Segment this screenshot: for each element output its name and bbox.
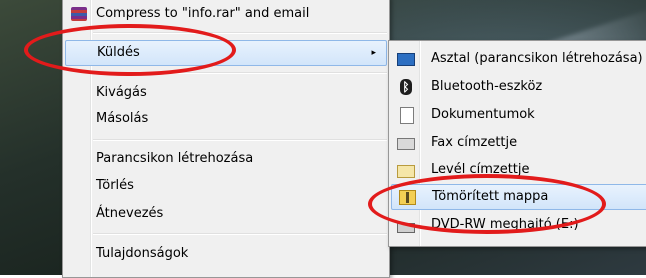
winrar-icon: [71, 7, 87, 21]
menu-item-rename[interactable]: Átnevezés: [65, 201, 387, 227]
zip-folder-icon: [399, 190, 416, 205]
submenu-item-label: DVD-RW meghajtó (E:): [431, 217, 579, 232]
documents-icon: [400, 107, 414, 124]
menu-item-label: Tulajdonságok: [96, 246, 189, 261]
menu-item-label: Törlés: [96, 178, 134, 193]
submenu-arrow-icon: ▸: [371, 48, 376, 58]
menu-item-label: Parancsikon létrehozása: [96, 151, 254, 166]
menu-item-delete[interactable]: Törlés: [65, 173, 387, 199]
submenu-item-mail[interactable]: Levél címzettje: [391, 157, 646, 183]
submenu-item-bluetooth[interactable]: ᛒ Bluetooth-eszköz: [391, 74, 646, 100]
context-menu: Compress to "info.rar" and email Küldés …: [62, 0, 390, 278]
bluetooth-icon: ᛒ: [400, 79, 412, 95]
desktop-icon: [397, 53, 415, 66]
menu-item-label: Compress to "info.rar" and email: [96, 6, 310, 21]
menu-item-label: Küldés: [97, 45, 140, 60]
submenu-item-dvd-drive[interactable]: DVD-RW meghajtó (E:): [391, 212, 646, 238]
submenu-item-label: Asztal (parancsikon létrehozása): [431, 51, 643, 66]
menu-item-label: Kivágás: [96, 85, 147, 100]
menu-item-label: Másolás: [96, 111, 149, 126]
menu-item-create-shortcut[interactable]: Parancsikon létrehozása: [65, 146, 387, 172]
submenu-item-label: Fax címzettje: [431, 135, 518, 150]
menu-item-send-to[interactable]: Küldés ▸: [65, 40, 387, 66]
menu-separator: [93, 72, 387, 74]
fax-icon: [397, 138, 415, 150]
menu-item-copy[interactable]: Másolás: [65, 106, 387, 132]
submenu-item-fax[interactable]: Fax címzettje: [391, 130, 646, 156]
menu-item-compress-email[interactable]: Compress to "info.rar" and email: [65, 1, 387, 27]
submenu-item-label: Dokumentumok: [431, 107, 535, 122]
menu-item-cut[interactable]: Kivágás: [65, 80, 387, 106]
submenu-item-desktop[interactable]: Asztal (parancsikon létrehozása): [391, 46, 646, 72]
submenu-item-documents[interactable]: Dokumentumok: [391, 102, 646, 128]
menu-separator: [93, 32, 387, 34]
mail-icon: [397, 165, 415, 178]
menu-item-properties[interactable]: Tulajdonságok: [65, 241, 387, 267]
submenu-item-label: Levél címzettje: [431, 162, 530, 177]
menu-separator: [93, 139, 387, 141]
dvd-drive-icon: [397, 223, 415, 233]
menu-separator: [93, 233, 387, 235]
submenu-item-label: Tömörített mappa: [432, 189, 549, 204]
submenu-item-label: Bluetooth-eszköz: [431, 79, 543, 94]
send-to-submenu: Asztal (parancsikon létrehozása) ᛒ Bluet…: [388, 40, 646, 247]
menu-item-label: Átnevezés: [96, 206, 164, 221]
submenu-item-compressed-folder[interactable]: Tömörített mappa: [391, 184, 646, 210]
